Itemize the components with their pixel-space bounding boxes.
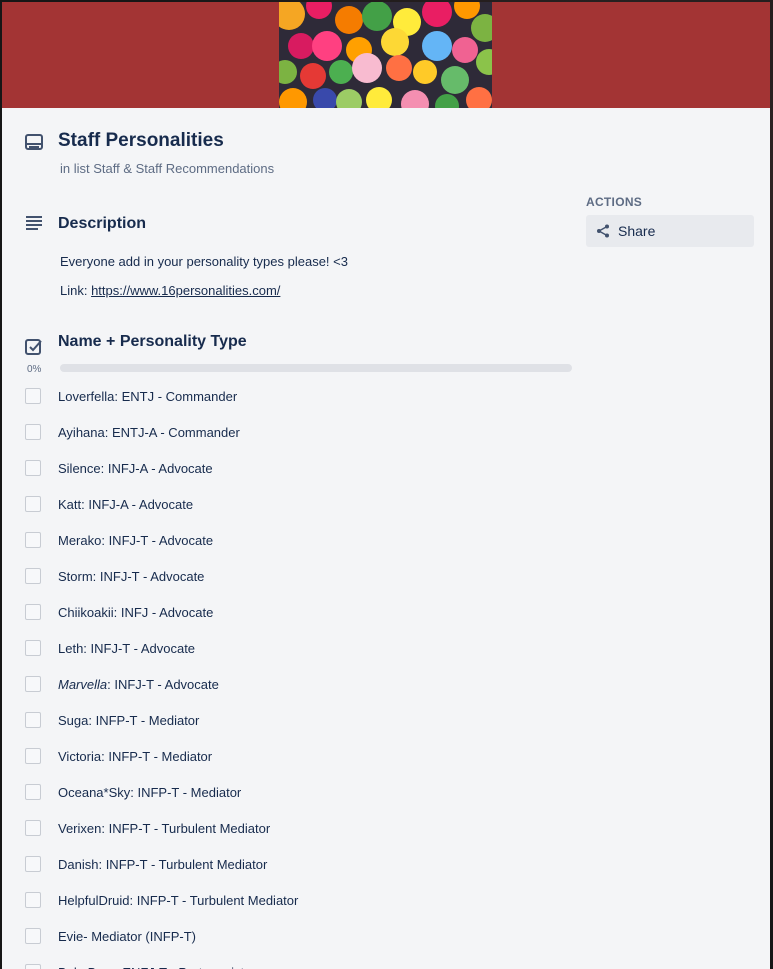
checklist-item-label: Evie- Mediator (INFP-T)	[58, 929, 196, 944]
checklist-item[interactable]: Storm: INFJ-T - Advocate	[2, 559, 582, 595]
checklist-item-label: Suga: INFP-T - Mediator	[58, 713, 200, 728]
checklist-item-text[interactable]: Danish: INFP-T - Turbulent Mediator	[58, 857, 267, 872]
checklist-item-text[interactable]: Katt: INFJ-A - Advocate	[58, 497, 193, 512]
checklist-item[interactable]: HelpfulDruid: INFP-T - Turbulent Mediato…	[2, 883, 582, 919]
checklist-item-label: Danish: INFP-T - Turbulent Mediator	[58, 857, 268, 872]
checklist-item-checkbox[interactable]	[25, 712, 41, 728]
checklist-item-text[interactable]: Merako: INFJ-T - Advocate	[58, 533, 213, 548]
checklist-item-text[interactable]: Ayihana: ENTJ-A - Commander	[58, 425, 240, 440]
checklist-item-text[interactable]: Loverfella: ENTJ - Commander	[58, 389, 237, 404]
checklist-item-checkbox[interactable]	[25, 388, 41, 404]
checklist-item-checkbox[interactable]	[25, 928, 41, 944]
checklist-item-checkbox[interactable]	[25, 604, 41, 620]
checklist-item-label: Merako: INFJ-T - Advocate	[58, 533, 214, 548]
checklist-item-checkbox[interactable]	[25, 640, 41, 656]
checklist-item-label: : INFJ-T - Advocate	[107, 677, 219, 692]
checklist-heading[interactable]: Name + Personality Type	[58, 333, 247, 351]
checklist-item-checkbox[interactable]	[25, 568, 41, 584]
link-prefix: Link:	[60, 283, 92, 298]
share-icon	[597, 224, 609, 238]
actions-label: ACTIONS	[586, 195, 643, 209]
checklist-item[interactable]: Silence: INFJ-A - Advocate	[2, 451, 582, 487]
card-icon	[25, 134, 43, 150]
card-title[interactable]: Staff Personalities	[58, 130, 224, 152]
checklist-item-label: Loverfella: ENTJ - Commander	[58, 389, 238, 404]
checklist-progress-bar	[60, 364, 572, 372]
checklist-item-text[interactable]: Marvella: INFJ-T - Advocate	[58, 677, 219, 692]
checklist-item-checkbox[interactable]	[25, 820, 41, 836]
checklist-item-checkbox[interactable]	[25, 892, 41, 908]
checklist-item[interactable]: Merako: INFJ-T - Advocate	[2, 523, 582, 559]
checklist-item[interactable]: Katt: INFJ-A - Advocate	[2, 487, 582, 523]
checklist-progress-percent: 0%	[27, 364, 42, 375]
share-label: Share	[618, 223, 656, 239]
checklist-item[interactable]: Suga: INFP-T - Mediator	[2, 703, 582, 739]
checklist-item-checkbox[interactable]	[25, 532, 41, 548]
description-link-line: Link: https://www.16personalities.com/	[60, 283, 280, 298]
checklist-item-checkbox[interactable]	[25, 748, 41, 764]
checklist-item[interactable]: Ayihana: ENTJ-A - Commander	[2, 415, 582, 451]
checklist-item-text[interactable]: Chiikoakii: INFJ - Advocate	[58, 605, 213, 620]
checklist-item-checkbox[interactable]	[25, 856, 41, 872]
checklist-item-label: Oceana*Sky: INFP-T - Mediator	[58, 785, 242, 800]
checklist-icon	[25, 339, 42, 355]
checklist-item-text[interactable]: Storm: INFJ-T - Advocate	[58, 569, 204, 584]
checklist-item-text[interactable]: Evie- Mediator (INFP-T)	[58, 929, 196, 944]
checklist-item-italic: Marvella	[58, 677, 108, 692]
description-text[interactable]: Everyone add in your personality types p…	[60, 254, 348, 269]
checklist-item[interactable]: BubsBear: ENFJ-T - Protagonist	[2, 955, 582, 969]
checklist-item[interactable]: Marvella: INFJ-T - Advocate	[2, 667, 582, 703]
checklist-item[interactable]: Verixen: INFP-T - Turbulent Mediator	[2, 811, 582, 847]
checklist-item-text[interactable]: Oceana*Sky: INFP-T - Mediator	[58, 785, 241, 800]
checklist-item-label: Katt: INFJ-A - Advocate	[58, 497, 194, 512]
checklist-item-checkbox[interactable]	[25, 460, 41, 476]
share-button[interactable]: Share	[586, 215, 754, 247]
checklist-item-label: Silence: INFJ-A - Advocate	[58, 461, 213, 476]
checklist-item-label: Leth: INFJ-T - Advocate	[58, 641, 196, 656]
cover-image	[279, 2, 492, 108]
list-reference: in list Staff & Staff Recommendations	[60, 161, 275, 176]
card-cover[interactable]	[2, 2, 770, 108]
checklist-item-checkbox[interactable]	[25, 676, 41, 692]
checklist-item-label: Verixen: INFP-T - Turbulent Mediator	[58, 821, 271, 836]
description-link[interactable]: https://www.16personalities.com/	[91, 283, 280, 298]
checklist-item-label: Storm: INFJ-T - Advocate	[58, 569, 205, 584]
checklist-item-checkbox[interactable]	[25, 496, 41, 512]
checklist-item-label: Chiikoakii: INFJ - Advocate	[58, 605, 214, 620]
checklist-item[interactable]: Loverfella: ENTJ - Commander	[2, 379, 582, 415]
checklist-item[interactable]: Victoria: INFP-T - Mediator	[2, 739, 582, 775]
checklist-item[interactable]: Chiikoakii: INFJ - Advocate	[2, 595, 582, 631]
checklist-item-text[interactable]: HelpfulDruid: INFP-T - Turbulent Mediato…	[58, 893, 298, 908]
checklist-item-text[interactable]: Verixen: INFP-T - Turbulent Mediator	[58, 821, 270, 836]
checklist-item[interactable]: Oceana*Sky: INFP-T - Mediator	[2, 775, 582, 811]
checklist-item[interactable]: Danish: INFP-T - Turbulent Mediator	[2, 847, 582, 883]
checklist-item-label: Ayihana: ENTJ-A - Commander	[58, 425, 240, 440]
checklist-item-checkbox[interactable]	[25, 424, 41, 440]
description-icon	[26, 216, 42, 230]
card-detail-window: Staff Personalities in list Staff & Staf…	[2, 2, 770, 969]
checklist-item-checkbox[interactable]	[25, 784, 41, 800]
checklist-item-label: HelpfulDruid: INFP-T - Turbulent Mediato…	[58, 893, 299, 908]
checklist-item-text[interactable]: Leth: INFJ-T - Advocate	[58, 641, 195, 656]
description-heading: Description	[58, 215, 147, 232]
checklist-item-text[interactable]: Silence: INFJ-A - Advocate	[58, 461, 213, 476]
checklist-item-label: BubsBear: ENFJ-T - Protagonist	[58, 965, 244, 969]
checklist-item-text[interactable]: BubsBear: ENFJ-T - Protagonist	[58, 965, 244, 969]
checklist-item[interactable]: Evie- Mediator (INFP-T)	[2, 919, 582, 955]
checklist-item-text[interactable]: Suga: INFP-T - Mediator	[58, 713, 199, 728]
checklist-item[interactable]: Leth: INFJ-T - Advocate	[2, 631, 582, 667]
checklist-item-label: Victoria: INFP-T - Mediator	[58, 749, 213, 764]
checklist-item-text[interactable]: Victoria: INFP-T - Mediator	[58, 749, 212, 764]
checklist-item-checkbox[interactable]	[25, 964, 41, 969]
